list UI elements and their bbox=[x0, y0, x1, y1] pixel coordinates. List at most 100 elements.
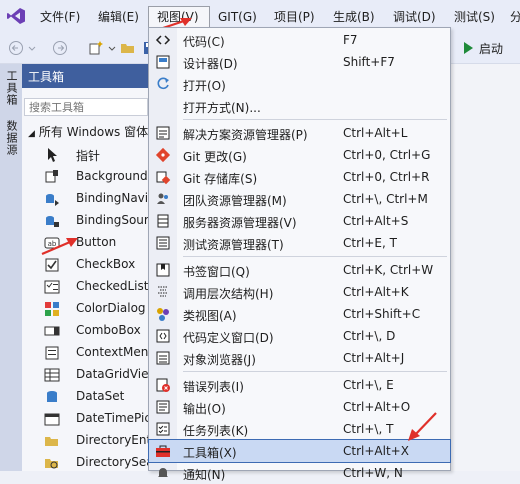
toolbox-icon bbox=[156, 445, 170, 457]
side-tab-toolbox[interactable]: 工具箱 bbox=[3, 70, 19, 106]
task-list-icon bbox=[156, 422, 170, 436]
menu-item-git-repository[interactable]: Git 存储库(S) Ctrl+0, Ctrl+R bbox=[149, 166, 450, 188]
menu-item-label: 通知(N) bbox=[183, 468, 226, 482]
menu-item-shortcut: Ctrl+Alt+K bbox=[343, 285, 409, 299]
menu-item-label: 调用层次结构(H) bbox=[183, 287, 274, 301]
start-label[interactable]: 启动 bbox=[479, 40, 503, 57]
menu-item-test-explorer[interactable]: 测试资源管理器(T) Ctrl+E, T bbox=[149, 232, 450, 254]
menu-item-team-explorer[interactable]: 团队资源管理器(M) Ctrl+\, Ctrl+M bbox=[149, 188, 450, 210]
menu-item-shortcut: Shift+F7 bbox=[343, 55, 395, 69]
designer-icon bbox=[156, 55, 170, 69]
tool-label: BindingSour bbox=[76, 213, 149, 227]
menu-test[interactable]: 测试(S) bbox=[452, 8, 497, 26]
toolbox-title-bar: 工具箱 bbox=[22, 64, 148, 88]
menu-more[interactable]: 分 bbox=[508, 8, 520, 26]
menu-item-task-list[interactable]: 任务列表(K) Ctrl+\, T bbox=[149, 418, 450, 440]
combobox-icon bbox=[44, 326, 60, 336]
git-repository-icon bbox=[156, 171, 171, 185]
tool-label: BindingNavi bbox=[76, 191, 149, 205]
menu-item-shortcut: F7 bbox=[343, 33, 358, 47]
menu-separator bbox=[183, 256, 447, 257]
dataset-icon bbox=[47, 391, 57, 402]
menu-item-error-list[interactable]: 错误列表(I) Ctrl+\, E bbox=[149, 374, 450, 396]
background-worker-icon bbox=[45, 170, 58, 183]
side-tab-data-sources[interactable]: 数据源 bbox=[3, 120, 19, 156]
menu-item-object-browser[interactable]: 对象浏览器(J) Ctrl+Alt+J bbox=[149, 347, 450, 369]
menu-debug[interactable]: 调试(D) bbox=[391, 8, 438, 26]
menu-item-call-hierarchy[interactable]: 调用层次结构(H) Ctrl+Alt+K bbox=[149, 281, 450, 303]
menu-item-shortcut: Ctrl+Shift+C bbox=[343, 307, 421, 321]
menu-separator bbox=[183, 119, 447, 120]
menu-item-git-changes[interactable]: Git 更改(G) Ctrl+0, Ctrl+G bbox=[149, 144, 450, 166]
menu-item-shortcut: Ctrl+0, Ctrl+R bbox=[343, 170, 430, 184]
menu-item-label: Git 存储库(S) bbox=[183, 172, 258, 186]
tool-label: ContextMen bbox=[76, 345, 149, 359]
menu-item-open[interactable]: 打开(O) bbox=[149, 73, 450, 95]
collapse-arrow-icon[interactable]: ◢ bbox=[28, 129, 35, 139]
tool-label: Background bbox=[76, 169, 148, 183]
menu-edit[interactable]: 编辑(E) bbox=[96, 8, 141, 26]
menu-item-solution-explorer[interactable]: 解决方案资源管理器(P) Ctrl+Alt+L bbox=[149, 122, 450, 144]
annotation-arrow-toolbox bbox=[408, 412, 437, 441]
notification-icon bbox=[158, 468, 168, 477]
menu-item-label: 代码(C) bbox=[183, 35, 225, 49]
toolbox-title: 工具箱 bbox=[28, 70, 65, 84]
menu-item-label: 打开方式(N)... bbox=[183, 101, 261, 115]
open-folder-icon[interactable] bbox=[120, 40, 136, 56]
tool-label: 指针 bbox=[76, 149, 101, 163]
menu-item-label: 代码定义窗口(D) bbox=[183, 331, 274, 345]
pointer-icon bbox=[48, 148, 57, 162]
menu-item-toolbox[interactable]: 工具箱(X) Ctrl+Alt+X bbox=[148, 439, 451, 463]
menu-item-designer[interactable]: 设计器(D) Shift+F7 bbox=[149, 51, 450, 73]
menu-item-output[interactable]: 输出(O) Ctrl+Alt+O bbox=[149, 396, 450, 418]
tool-label: CheckBox bbox=[76, 257, 136, 271]
forward-icon[interactable] bbox=[52, 40, 68, 56]
test-explorer-icon bbox=[156, 236, 170, 250]
back-icon[interactable] bbox=[8, 40, 24, 56]
menu-item-label: 工具箱(X) bbox=[183, 446, 237, 460]
menu-item-label: 书签窗口(Q) bbox=[183, 265, 250, 279]
menu-item-shortcut: Ctrl+K, Ctrl+W bbox=[343, 263, 434, 277]
menu-separator bbox=[183, 371, 447, 372]
checkbox-icon bbox=[45, 258, 59, 272]
menu-item-shortcut: Ctrl+Alt+J bbox=[343, 351, 405, 365]
menu-item-label: 对象浏览器(J) bbox=[183, 353, 256, 367]
color-dialog-icon bbox=[45, 302, 59, 316]
new-project-icon[interactable] bbox=[88, 40, 104, 56]
menu-item-label: 测试资源管理器(T) bbox=[183, 238, 284, 252]
chevron-down-icon[interactable] bbox=[108, 40, 116, 56]
tool-label: CheckedList bbox=[76, 279, 149, 293]
menu-file[interactable]: 文件(F) bbox=[38, 8, 82, 26]
menu-item-code-definition[interactable]: 代码定义窗口(D) Ctrl+\, D bbox=[149, 325, 450, 347]
menu-item-class-view[interactable]: 类视图(A) Ctrl+Shift+C bbox=[149, 303, 450, 325]
search-input[interactable] bbox=[25, 99, 147, 115]
checked-list-box-icon bbox=[44, 280, 60, 294]
tool-label: ColorDialog bbox=[76, 301, 146, 315]
menu-git[interactable]: GIT(G) bbox=[216, 8, 259, 26]
menu-item-bookmark-window[interactable]: 书签窗口(Q) Ctrl+K, Ctrl+W bbox=[149, 259, 450, 281]
view-menu-dropdown: 代码(C) F7 设计器(D) Shift+F7 打开(O) 打开方式(N)..… bbox=[148, 27, 451, 482]
menu-item-label: 团队资源管理器(M) bbox=[183, 194, 287, 208]
group-label: 所有 Windows 窗体 bbox=[38, 125, 149, 139]
tool-label: DirectorySea bbox=[76, 455, 154, 469]
menu-project[interactable]: 项目(P) bbox=[272, 8, 317, 26]
tool-label: ComboBox bbox=[76, 323, 141, 337]
bookmark-icon bbox=[156, 263, 170, 277]
menu-item-open-with[interactable]: 打开方式(N)... bbox=[149, 95, 450, 117]
code-icon bbox=[155, 35, 171, 45]
menu-item-notifications[interactable]: 通知(N) Ctrl+W, N bbox=[149, 462, 450, 484]
menu-item-label: 输出(O) bbox=[183, 402, 226, 416]
chevron-down-icon[interactable] bbox=[28, 40, 36, 56]
menu-build[interactable]: 生成(B) bbox=[331, 8, 377, 26]
editor-area bbox=[451, 64, 520, 471]
menu-item-shortcut: Ctrl+\, D bbox=[343, 329, 396, 343]
class-view-icon bbox=[157, 308, 169, 321]
start-icon[interactable] bbox=[460, 40, 476, 56]
date-time-picker-icon bbox=[44, 413, 60, 426]
toolbox-search[interactable] bbox=[24, 98, 148, 116]
toolbox-group-header[interactable]: ◢ 所有 Windows 窗体 bbox=[28, 123, 148, 141]
menu-item-code[interactable]: 代码(C) F7 bbox=[149, 29, 450, 51]
menu-item-label: 错误列表(I) bbox=[183, 380, 244, 394]
menu-item-server-explorer[interactable]: 服务器资源管理器(V) Ctrl+Alt+S bbox=[149, 210, 450, 232]
call-hierarchy-icon bbox=[158, 286, 168, 297]
